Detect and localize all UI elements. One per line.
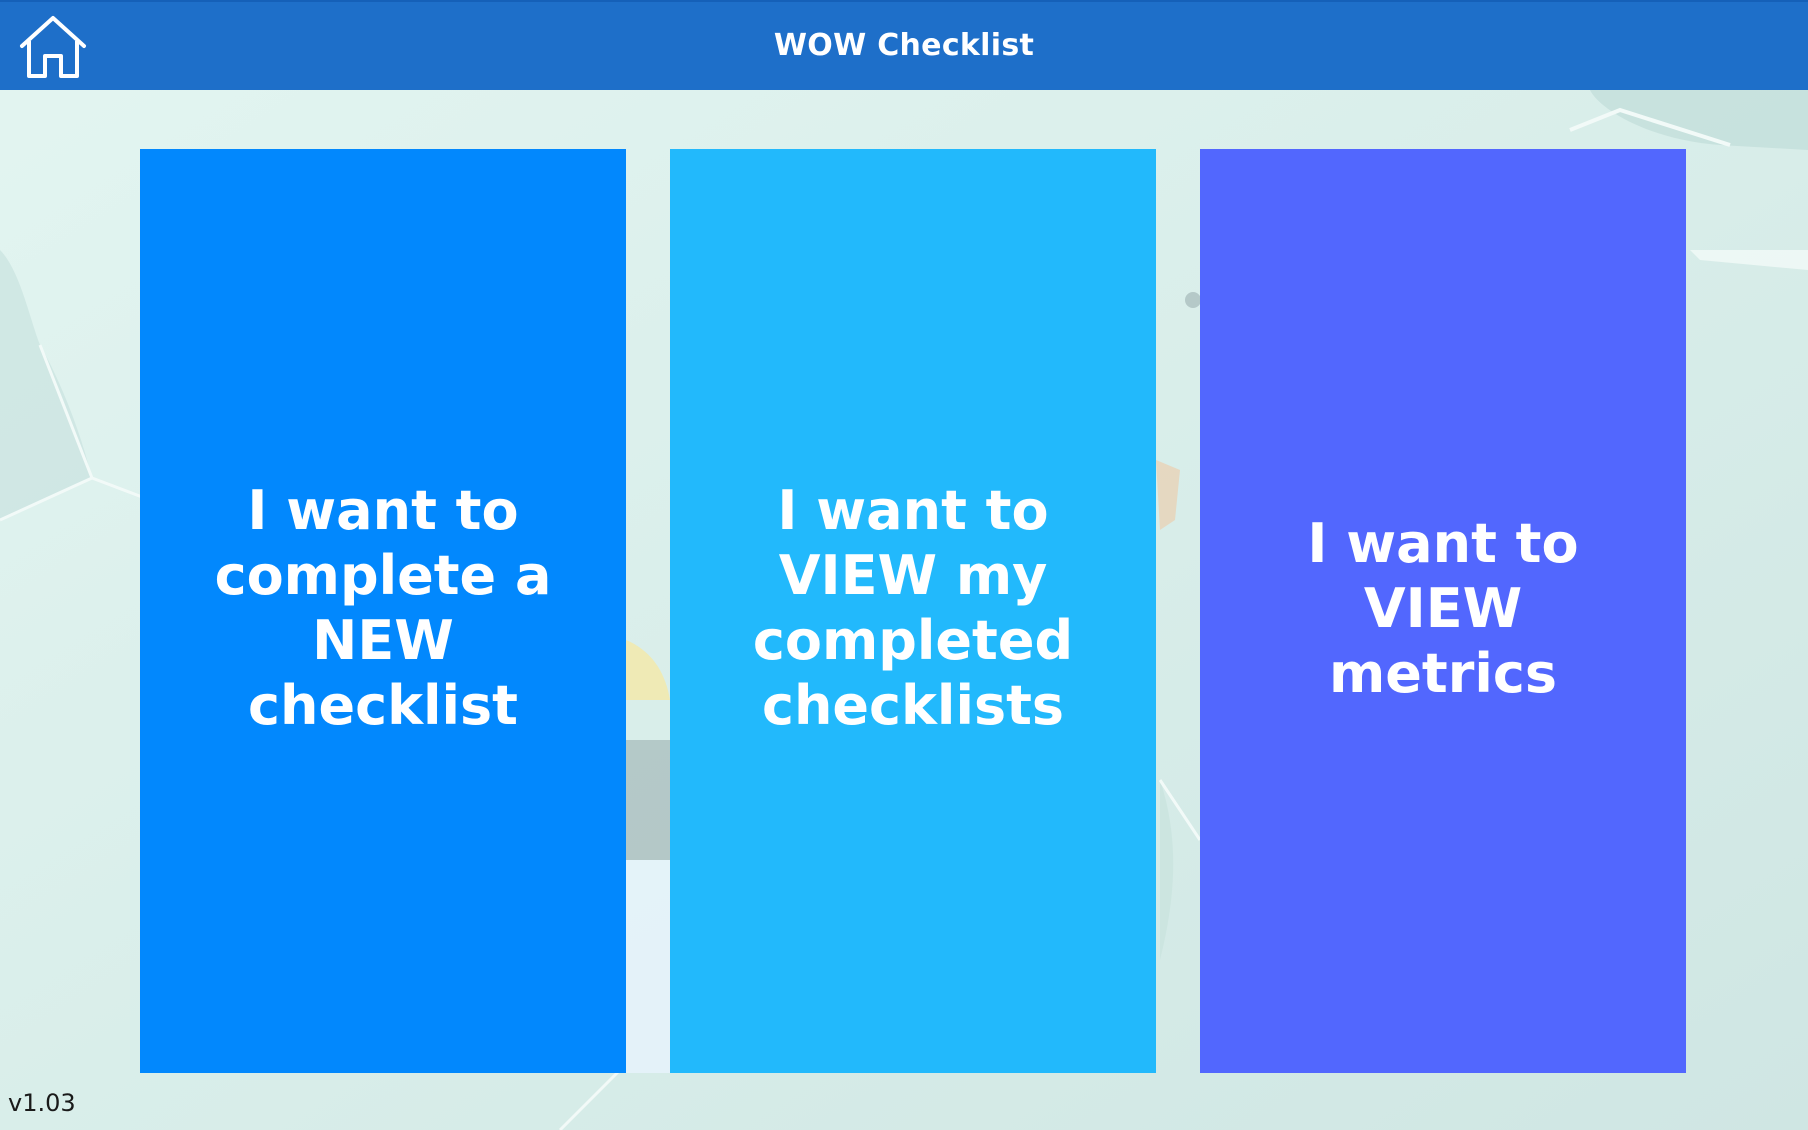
view-metrics-button[interactable]: I want to VIEW metrics bbox=[1200, 149, 1686, 1073]
new-checklist-button[interactable]: I want to complete a NEW checklist bbox=[140, 149, 626, 1073]
view-completed-checklists-button[interactable]: I want to VIEW my completed checklists bbox=[670, 149, 1156, 1073]
new-checklist-label: I want to complete a NEW checklist bbox=[214, 479, 552, 737]
view-metrics-label: I want to VIEW metrics bbox=[1307, 511, 1579, 705]
page-title: WOW Checklist bbox=[773, 28, 1035, 63]
view-completed-checklists-label: I want to VIEW my completed checklists bbox=[752, 479, 1074, 737]
app-header: WOW Checklist bbox=[0, 0, 1808, 90]
version-label: v1.03 bbox=[8, 1089, 76, 1117]
